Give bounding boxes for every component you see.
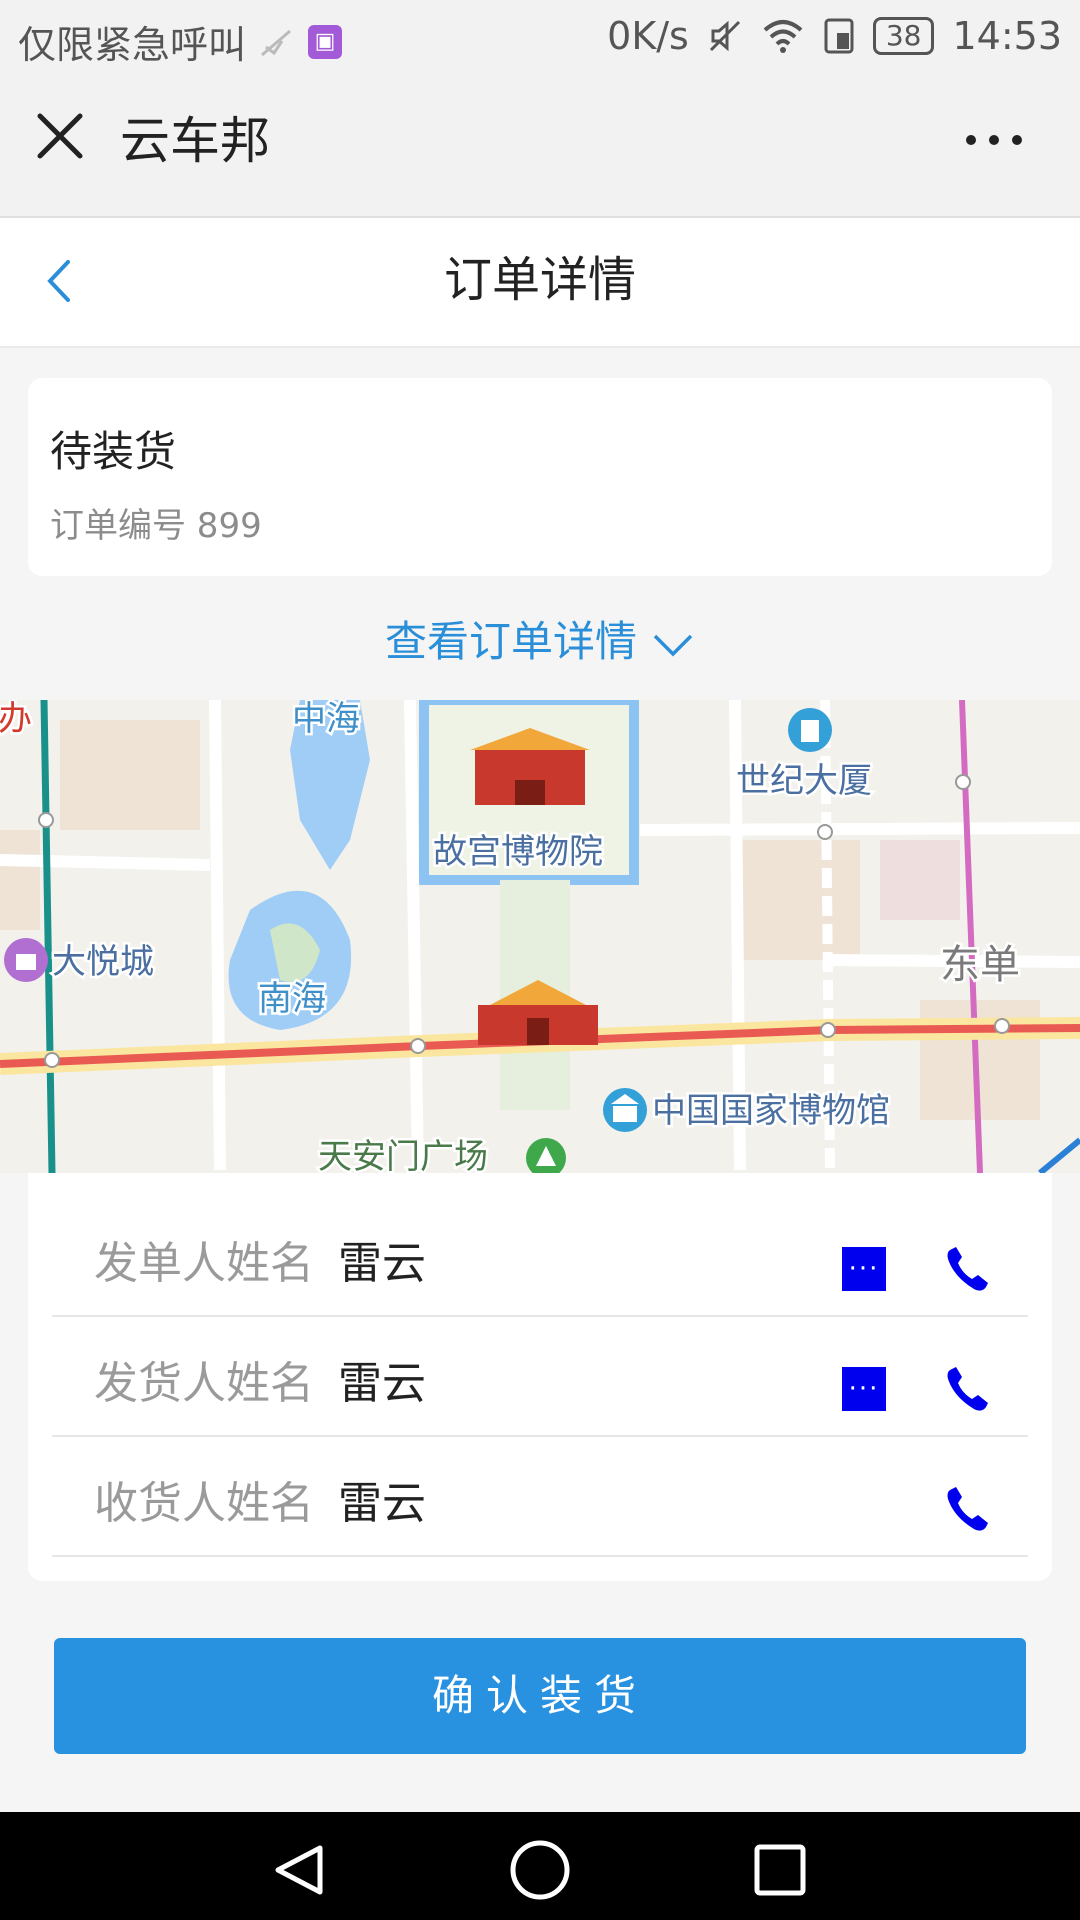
contact-row-receiver: 收货人姓名 雷云 (52, 1435, 1028, 1557)
phone-icon[interactable] (942, 1483, 994, 1535)
contact-label: 发单人姓名 (94, 1238, 314, 1289)
mute-icon (709, 20, 740, 52)
contact-label: 发货人姓名 (94, 1358, 314, 1409)
page-title: 订单详情 (443, 252, 636, 308)
confirm-loading-button[interactable]: 确认装货 (54, 1638, 1026, 1754)
chevron-down-icon (653, 634, 693, 656)
more-options-icon[interactable] (966, 130, 1022, 150)
clock: 14:53 (952, 14, 1062, 58)
contact-name: 雷云 (338, 1478, 426, 1529)
view-details-label: 查看订单详情 (384, 617, 637, 666)
nav-home-icon[interactable] (508, 1838, 572, 1902)
map-label-tiananmen: 天安门广场 (318, 1138, 488, 1173)
view-order-details-link[interactable]: 查看订单详情 (0, 612, 1080, 672)
message-icon[interactable]: ··· (842, 1367, 886, 1411)
message-icon[interactable]: ··· (842, 1247, 886, 1291)
nav-back-icon[interactable] (270, 1842, 330, 1898)
gallery-icon: ▣ (308, 24, 343, 59)
sim-icon (824, 18, 854, 54)
contact-name: 雷云 (338, 1238, 426, 1289)
system-nav-bar (0, 1812, 1080, 1920)
map-canvas: 办 中海 故宫博物院 世纪大厦 大悦城 南海 东单 中国国家博物馆 天安门广场 (0, 700, 1080, 1173)
map-label-joycity: 大悦城 (52, 943, 154, 981)
phone-icon[interactable] (942, 1243, 994, 1295)
contact-row-shipper: 发货人姓名 雷云 ··· (52, 1315, 1028, 1437)
order-status: 待装货 (50, 427, 177, 476)
map-label-museum: 中国国家博物馆 (652, 1092, 890, 1130)
carrier-text: 仅限紧急呼叫 (18, 23, 247, 67)
map-label-palace: 故宫博物院 (433, 833, 603, 871)
order-number: 订单编号 899 (50, 506, 262, 546)
close-icon[interactable] (36, 112, 84, 160)
contact-name: 雷云 (338, 1358, 426, 1409)
building-poi-icon (788, 708, 832, 752)
map-label-dongdan: 东单 (940, 943, 1020, 987)
app-title: 云车邦 (120, 112, 270, 170)
nav-recents-icon[interactable] (752, 1842, 808, 1898)
museum-poi-icon (603, 1088, 647, 1132)
net-speed: 0K/s (607, 14, 689, 58)
status-bar: 仅限紧急呼叫 ▣ 0K/s 38 14:53 (0, 0, 1080, 74)
route-map[interactable]: 办 中海 故宫博物院 世纪大厦 大悦城 南海 东单 中国国家博物馆 天安门广场 (0, 700, 1080, 1173)
map-label-nanhai: 南海 (258, 980, 326, 1018)
status-right: 0K/s 38 14:53 (607, 14, 1062, 58)
status-left: 仅限紧急呼叫 ▣ (18, 14, 343, 69)
map-label-edge: 办 (0, 700, 32, 738)
contact-label: 收货人姓名 (94, 1478, 314, 1529)
map-label-century: 世纪大厦 (736, 762, 872, 800)
phone-icon[interactable] (942, 1363, 994, 1415)
shopping-poi-icon (4, 938, 48, 982)
wifi-icon (763, 20, 803, 53)
no-signal-icon (261, 29, 291, 56)
contact-row-issuer: 发单人姓名 雷云 ··· (52, 1195, 1028, 1317)
map-label-zhonghai: 中海 (292, 700, 360, 738)
battery-indicator: 38 (872, 17, 935, 55)
